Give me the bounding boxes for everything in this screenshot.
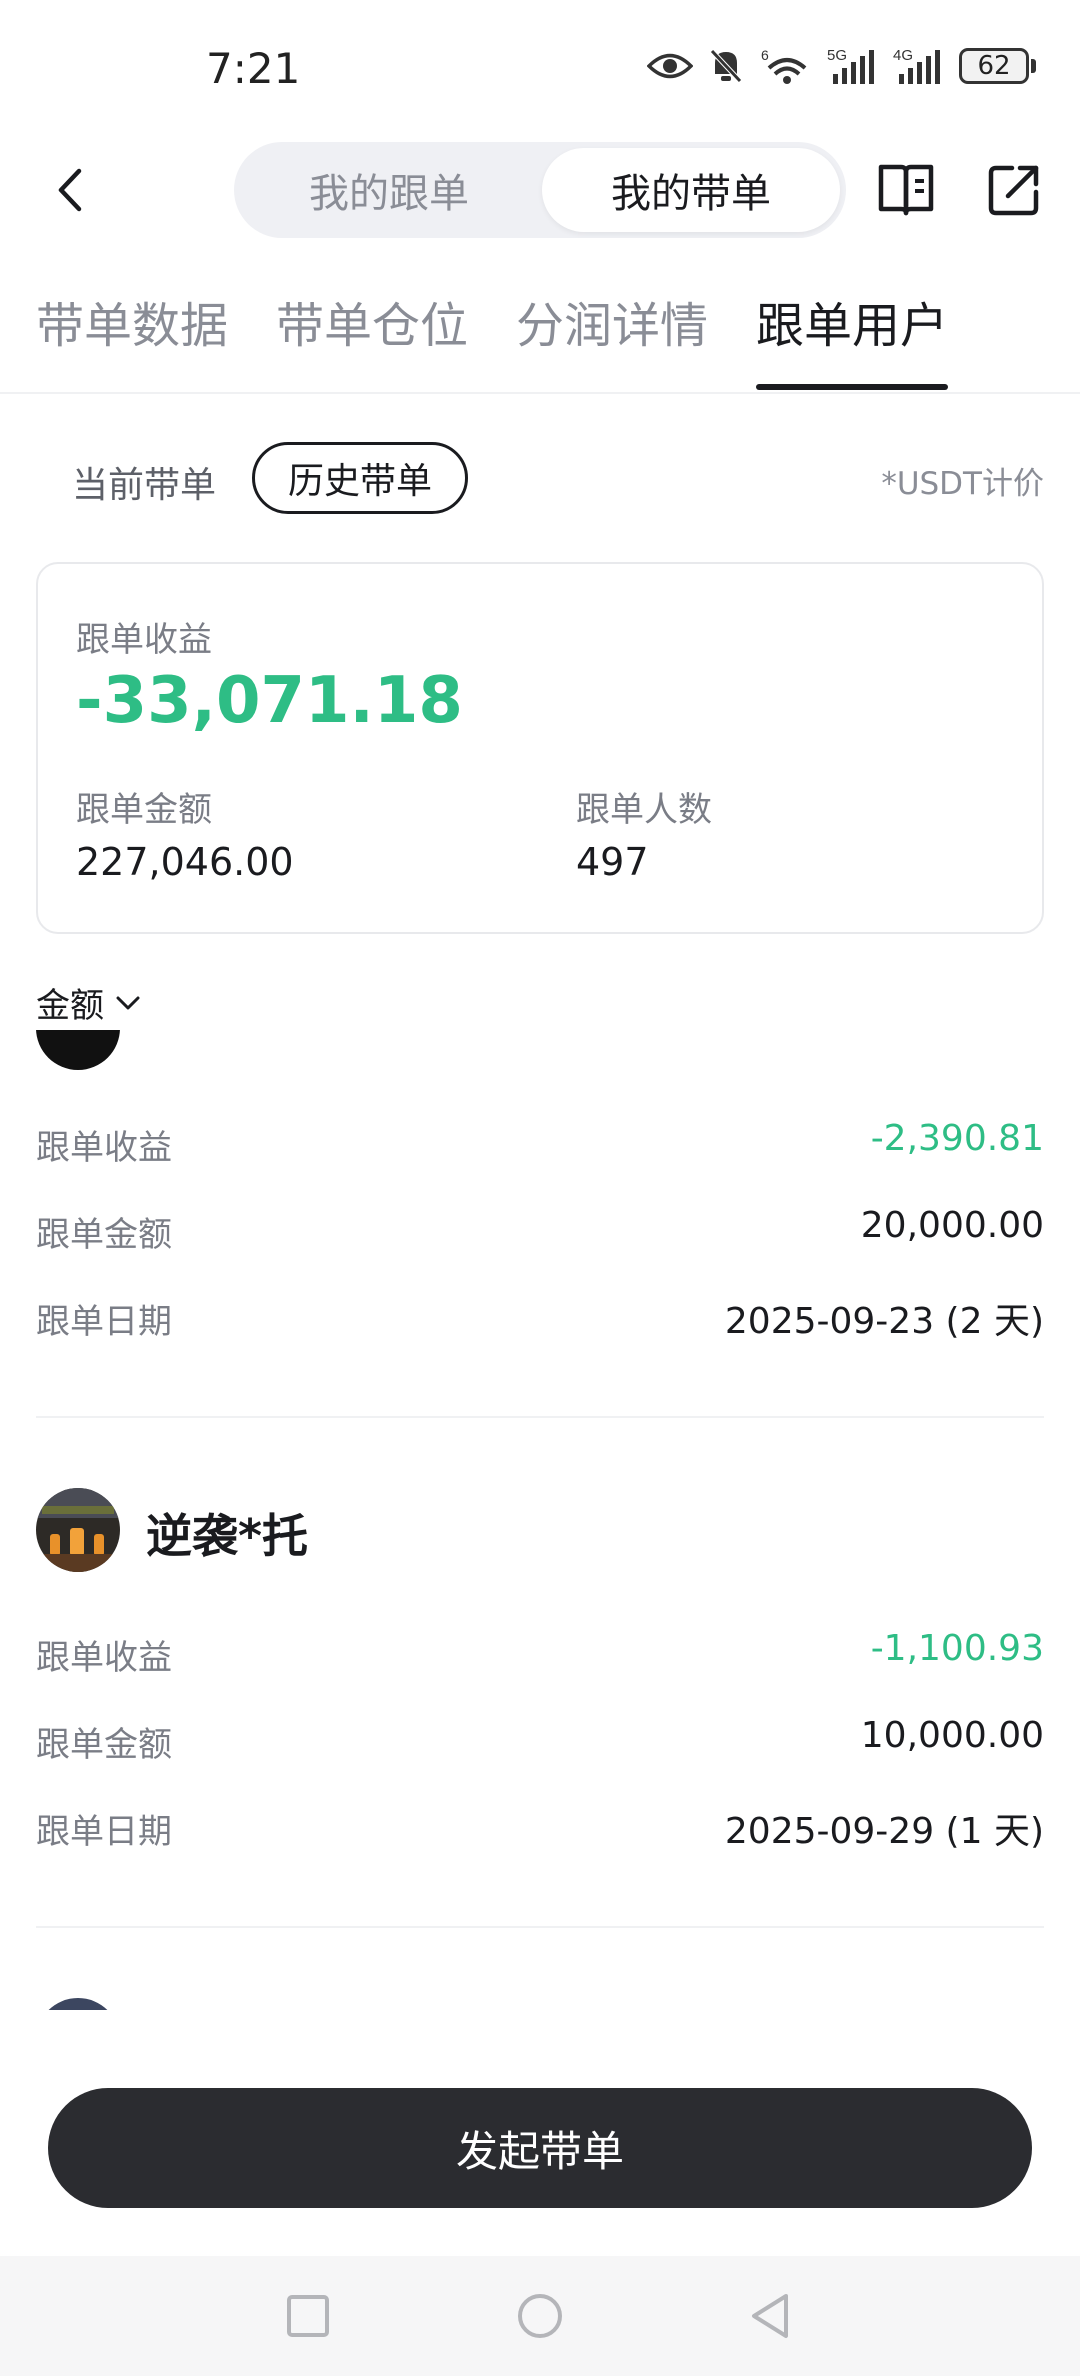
start-lead-button[interactable]: 发起带单 <box>48 2088 1032 2208</box>
battery-icon: 62 <box>959 48 1036 84</box>
avatar <box>36 1030 120 1070</box>
share-icon <box>988 165 1039 216</box>
sort-label: 金额 <box>36 986 104 1026</box>
list-divider <box>36 1926 1044 1928</box>
summary-amount-label: 跟单金额 <box>76 790 212 830</box>
avatar <box>36 1488 120 1572</box>
tab-profit-share[interactable]: 分润详情 <box>516 286 708 356</box>
summary-profit-label: 跟单收益 <box>76 620 212 660</box>
avatar <box>36 1998 120 2010</box>
currency-note: *USDT计价 <box>881 466 1044 502</box>
signal-4g-icon: 4G <box>893 47 940 84</box>
tab-lead-data[interactable]: 带单数据 <box>36 286 228 356</box>
status-time: 7:21 <box>206 44 301 93</box>
recents-button[interactable] <box>280 2288 336 2344</box>
circle-icon <box>518 2294 562 2338</box>
system-back-button[interactable] <box>742 2288 798 2344</box>
follower-list: 跟单收益 -2,390.81 跟单金额 20,000.00 跟单日期 2025-… <box>0 1030 1080 2010</box>
active-tab-indicator <box>756 384 948 390</box>
row-amount-value: 20,000.00 <box>860 1205 1044 1246</box>
back-button[interactable] <box>42 162 98 218</box>
eye-icon <box>647 53 693 79</box>
row-amount-label: 跟单金额 <box>36 1215 172 1255</box>
user-name: 逆袭*托 <box>146 1509 309 1563</box>
square-icon <box>287 2295 329 2337</box>
segment-my-follow[interactable]: 我的跟单 <box>240 148 538 232</box>
row-profit-label: 跟单收益 <box>36 1128 172 1168</box>
row-amount-label: 跟单金额 <box>36 1725 172 1765</box>
book-icon <box>878 164 934 216</box>
filter-current-lead[interactable]: 当前带单 <box>72 456 216 508</box>
triangle-back-icon <box>752 2294 788 2338</box>
summary-count-value: 497 <box>576 840 649 884</box>
bell-muted-icon <box>710 49 742 83</box>
svg-text:4G: 4G <box>893 47 913 64</box>
row-profit-value: -2,390.81 <box>870 1118 1044 1159</box>
system-nav-bar <box>0 2256 1080 2376</box>
filter-history-lead[interactable]: 历史带单 <box>252 442 468 514</box>
summary-profit-value: -33,071.18 <box>76 664 463 738</box>
row-date-label: 跟单日期 <box>36 1302 172 1342</box>
svg-text:5G: 5G <box>827 47 847 64</box>
segment-control: 我的跟单 我的带单 <box>234 142 846 238</box>
row-amount-value: 10,000.00 <box>860 1715 1044 1756</box>
segment-my-lead[interactable]: 我的带单 <box>542 148 840 232</box>
battery-level: 62 <box>959 48 1029 84</box>
lead-filter: 当前带单 历史带单 *USDT计价 <box>0 440 1080 516</box>
chevron-down-icon <box>116 996 140 1009</box>
status-bar: 7:21 6 5G 4G 62 <box>0 0 1080 130</box>
tab-lead-positions[interactable]: 带单仓位 <box>276 286 468 356</box>
row-profit-label: 跟单收益 <box>36 1638 172 1678</box>
summary-count-label: 跟单人数 <box>576 790 712 830</box>
list-divider <box>36 1416 1044 1418</box>
home-button[interactable] <box>512 2288 568 2344</box>
summary-card: 跟单收益 -33,071.18 跟单金额 227,046.00 跟单人数 497 <box>36 562 1044 934</box>
summary-amount-value: 227,046.00 <box>76 840 294 884</box>
guide-button[interactable] <box>876 160 936 220</box>
status-icons: 6 5G 4G 62 <box>647 46 1036 86</box>
section-tabs: 带单数据 带单仓位 分润详情 跟单用户 <box>0 270 1080 394</box>
signal-5g-icon: 5G <box>827 47 874 84</box>
tab-followers[interactable]: 跟单用户 <box>756 286 948 356</box>
chevron-left-icon <box>58 168 82 212</box>
row-profit-value: -1,100.93 <box>870 1628 1044 1669</box>
share-button[interactable] <box>984 160 1044 220</box>
sort-dropdown[interactable]: 金额 <box>36 978 140 1027</box>
row-date-value: 2025-09-29 (1 天) <box>724 1811 1044 1852</box>
row-date-label: 跟单日期 <box>36 1812 172 1852</box>
top-nav: 我的跟单 我的带单 <box>0 140 1080 240</box>
svg-text:6: 6 <box>761 47 769 63</box>
wifi-icon: 6 <box>761 47 807 84</box>
row-date-value: 2025-09-23 (2 天) <box>724 1301 1044 1342</box>
